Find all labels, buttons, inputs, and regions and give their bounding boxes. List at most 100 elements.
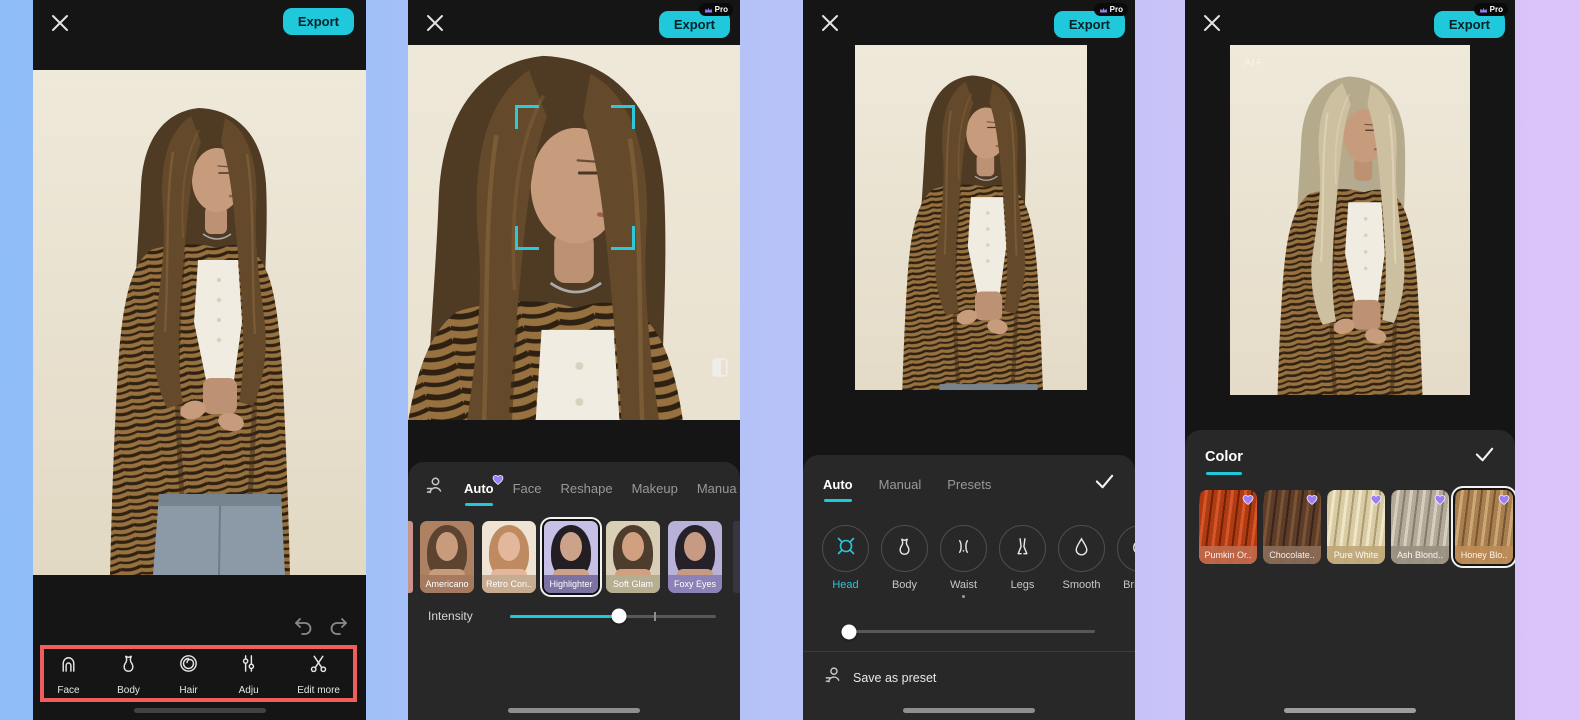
droplet-icon (1070, 535, 1093, 563)
heart-badge-icon (1370, 492, 1382, 510)
face-icon (57, 652, 80, 680)
export-label: Export (297, 14, 339, 29)
toolbar-item-body[interactable]: Body (117, 652, 140, 696)
photo-preview (33, 70, 366, 575)
tab-reshape[interactable]: Reshape (561, 481, 613, 506)
intensity-slider[interactable] (510, 608, 716, 624)
export-label: Export (1068, 17, 1110, 32)
tab-manual[interactable]: Manua (697, 481, 737, 506)
preset-label: Retro Con.. (482, 575, 536, 593)
close-icon[interactable] (424, 12, 446, 39)
phone-screen-body-tools: Export Pro Auto Manual Presets Head Body… (803, 0, 1135, 720)
compare-icon[interactable] (712, 358, 728, 382)
toolbar-item-hair[interactable]: Hair (177, 652, 200, 696)
preset-label: Highlighter (544, 575, 598, 593)
preset-thumb-soft-glam[interactable]: Soft Glam (606, 521, 660, 593)
pro-badge: Pro (1093, 3, 1128, 16)
crown-icon (704, 7, 712, 12)
face-detection-brackets (515, 105, 635, 250)
bottom-sheet: Color Pumkin Or.. Chocolate.. Pure White (1185, 430, 1515, 720)
intensity-label: Intensity (428, 609, 473, 623)
preset-thumb-foxy-eyes[interactable]: Foxy Eyes (668, 521, 722, 593)
highlight-annotation-box: Face Body Hair Adju Edit more (40, 645, 357, 702)
scissors-icon (307, 652, 330, 680)
color-section-title: Color (1205, 449, 1243, 475)
preset-label: Americano (420, 575, 474, 593)
save-as-preset-button[interactable]: Save as preset (803, 651, 1135, 703)
close-icon[interactable] (819, 12, 841, 39)
preset-thumb-highlighter-selected[interactable]: Highlighter (544, 521, 598, 593)
slider-thumb[interactable] (611, 608, 627, 624)
tab-makeup[interactable]: Makeup (632, 481, 678, 506)
phone-screen-editor-home: Export Face Body Hair Adju Edit more (33, 0, 366, 720)
export-button[interactable]: Export Pro (1053, 3, 1128, 38)
toolbar-label: Body (117, 684, 140, 696)
legs-icon (1011, 535, 1034, 563)
tool-body[interactable]: Body (881, 525, 928, 598)
preset-thumb-partial[interactable] (408, 521, 413, 593)
tool-waist[interactable]: Waist (940, 525, 987, 598)
phone-screen-hair-color: Export Pro AI+ Color Pumkin Or.. Chocola… (1185, 0, 1515, 720)
tool-head[interactable]: Head (822, 525, 869, 598)
ai-watermark: AI+ (1244, 57, 1263, 69)
export-label: Export (673, 17, 715, 32)
photo-preview (855, 45, 1087, 390)
export-button[interactable]: Export Pro (658, 3, 733, 38)
smiley-icon (1129, 535, 1135, 563)
swatch-label: Honey Blo.. (1455, 546, 1513, 564)
color-swatch-chocolate[interactable]: Chocolate.. (1263, 490, 1321, 564)
tool-smooth[interactable]: Smooth (1058, 525, 1105, 598)
color-swatch-honey-blonde-selected[interactable]: Honey Blo.. (1455, 490, 1513, 564)
redo-icon[interactable] (328, 614, 350, 641)
body-icon (117, 652, 140, 680)
adjust-slider[interactable] (841, 624, 1095, 639)
toolbar-label: Hair (179, 684, 198, 696)
slider-thumb[interactable] (841, 624, 857, 639)
crown-icon (1479, 7, 1487, 12)
color-swatch-pure-white[interactable]: Pure White (1327, 490, 1385, 564)
swatch-label: Pure White (1327, 546, 1385, 564)
color-swatch-partial[interactable] (1185, 490, 1193, 564)
toolbar-label: Face (57, 684, 80, 696)
home-indicator (133, 708, 266, 713)
apply-check-icon[interactable] (1474, 444, 1495, 480)
tab-auto[interactable]: Auto (823, 477, 853, 502)
tab-manual[interactable]: Manual (879, 477, 922, 502)
export-button[interactable]: Export (282, 8, 354, 35)
toolbar-item-face[interactable]: Face (57, 652, 80, 696)
heart-badge-icon (1434, 492, 1446, 510)
phone-screen-retouch: Export Pro Auto Face Reshape Makeup Manu… (408, 0, 740, 720)
undo-icon[interactable] (292, 614, 314, 641)
tab-presets[interactable]: Presets (947, 477, 991, 502)
tab-auto[interactable]: Auto (464, 474, 503, 506)
body-icon (893, 535, 916, 563)
home-indicator (903, 708, 1035, 713)
tool-legs[interactable]: Legs (999, 525, 1046, 598)
photo-preview-blonde: AI+ (1230, 45, 1470, 395)
close-icon[interactable] (49, 12, 71, 39)
export-button[interactable]: Export Pro (1433, 3, 1508, 38)
preset-thumb-retro-contour[interactable]: Retro Con.. (482, 521, 536, 593)
toolbar-item-edit-more[interactable]: Edit more (297, 652, 340, 696)
preset-label: Soft Glam (606, 575, 660, 593)
waist-icon (952, 535, 975, 563)
apply-check-icon[interactable] (1094, 471, 1115, 507)
toolbar-item-adjust[interactable]: Adju (237, 652, 260, 696)
bottom-sheet: Auto Manual Presets Head Body Waist Legs… (803, 455, 1135, 720)
preset-person-icon[interactable] (424, 475, 445, 511)
preset-thumb-americano[interactable]: Americano (420, 521, 474, 593)
preset-person-icon (823, 665, 843, 690)
head-icon (834, 534, 858, 563)
bottom-sheet: Auto Face Reshape Makeup Manua Americano… (408, 462, 740, 720)
close-icon[interactable] (1201, 12, 1223, 39)
tab-face[interactable]: Face (513, 481, 542, 506)
swatch-label: Ash Blond.. (1391, 546, 1449, 564)
home-indicator (508, 708, 640, 713)
preset-thumb-partial[interactable] (733, 521, 740, 593)
color-swatch-ash-blonde[interactable]: Ash Blond.. (1391, 490, 1449, 564)
pro-badge: Pro (1473, 3, 1508, 16)
tool-brighten[interactable]: Brighte (1117, 525, 1135, 598)
pro-badge: Pro (698, 3, 733, 16)
crown-icon (1099, 7, 1107, 12)
color-swatch-pumpkin-orange[interactable]: Pumkin Or.. (1199, 490, 1257, 564)
